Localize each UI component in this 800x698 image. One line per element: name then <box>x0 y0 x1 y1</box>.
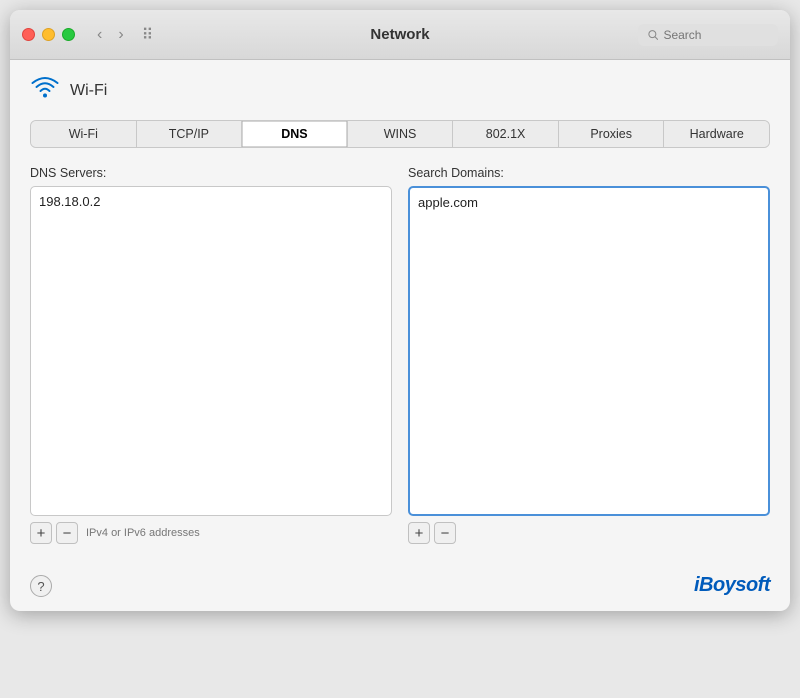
help-button[interactable]: ? <box>30 575 52 597</box>
search-domains-panel: Search Domains: apple.com + − <box>408 166 770 544</box>
tab-proxies[interactable]: Proxies <box>559 121 665 147</box>
forward-button[interactable]: › <box>112 25 129 45</box>
content-area: Wi-Fi Wi-Fi TCP/IP DNS WINS 802.1X Proxi… <box>10 60 790 564</box>
wifi-header: Wi-Fi <box>30 76 770 106</box>
tab-8021x[interactable]: 802.1X <box>453 121 559 147</box>
domains-add-button[interactable]: + <box>408 522 430 544</box>
wifi-title: Wi-Fi <box>70 82 107 100</box>
title-bar: ‹ › ⠿ Network <box>10 10 790 60</box>
tab-hardware[interactable]: Hardware <box>664 121 769 147</box>
dns-add-button[interactable]: + <box>30 522 52 544</box>
window: ‹ › ⠿ Network Wi-F <box>10 10 790 611</box>
dns-entry: 198.18.0.2 <box>39 193 383 210</box>
maximize-button[interactable] <box>62 28 75 41</box>
search-domains-list[interactable]: apple.com <box>408 186 770 516</box>
dns-servers-panel: DNS Servers: 198.18.0.2 + − IPv4 or IPv6… <box>30 166 392 544</box>
search-input[interactable] <box>663 28 768 42</box>
dns-remove-button[interactable]: − <box>56 522 78 544</box>
close-button[interactable] <box>22 28 35 41</box>
dns-controls: + − IPv4 or IPv6 addresses <box>30 522 392 544</box>
search-domains-label: Search Domains: <box>408 166 770 180</box>
footer: ? iBoysoft <box>10 564 790 611</box>
minimize-button[interactable] <box>42 28 55 41</box>
grid-icon[interactable]: ⠿ <box>142 25 154 45</box>
nav-buttons: ‹ › <box>91 25 130 45</box>
traffic-lights <box>22 28 75 41</box>
tab-wins[interactable]: WINS <box>348 121 454 147</box>
panels: DNS Servers: 198.18.0.2 + − IPv4 or IPv6… <box>30 166 770 544</box>
window-title: Network <box>370 26 429 43</box>
brand-text: iBoysoft <box>694 574 770 596</box>
search-icon <box>648 29 658 41</box>
back-button[interactable]: ‹ <box>91 25 108 45</box>
search-domain-entry: apple.com <box>418 194 760 211</box>
tab-wifi[interactable]: Wi-Fi <box>31 121 137 147</box>
search-domains-controls: + − <box>408 522 770 544</box>
domains-remove-button[interactable]: − <box>434 522 456 544</box>
dns-servers-label: DNS Servers: <box>30 166 392 180</box>
tab-tcpip[interactable]: TCP/IP <box>137 121 243 147</box>
wifi-icon <box>30 76 60 106</box>
tabs-bar: Wi-Fi TCP/IP DNS WINS 802.1X Proxies Har… <box>30 120 770 148</box>
search-bar[interactable] <box>638 24 778 46</box>
brand-logo: iBoysoft <box>694 574 770 597</box>
dns-servers-list[interactable]: 198.18.0.2 <box>30 186 392 516</box>
dns-hint: IPv4 or IPv6 addresses <box>86 527 200 539</box>
tab-dns[interactable]: DNS <box>242 121 348 147</box>
